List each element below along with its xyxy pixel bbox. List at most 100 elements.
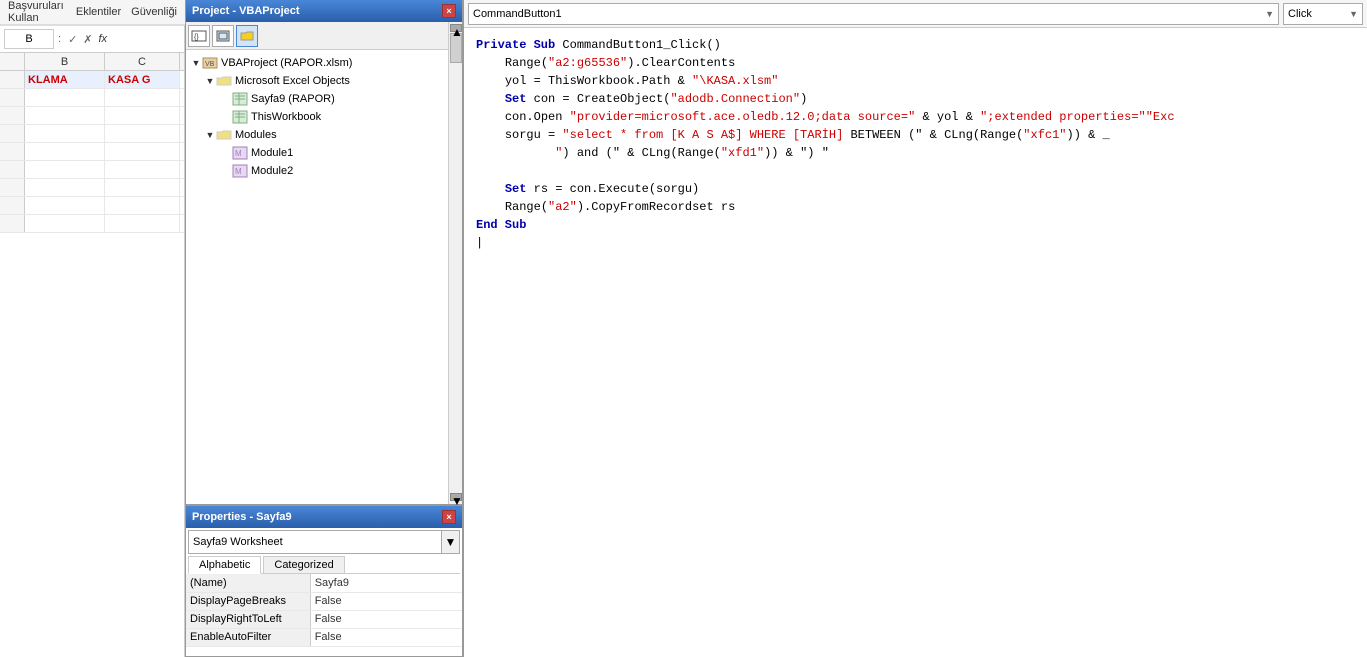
menu-item-basvurular[interactable]: Başvuruları Kullan <box>8 0 66 24</box>
excel-row-8 <box>0 197 184 215</box>
excel-row-4 <box>0 125 184 143</box>
tree-item-modules[interactable]: ▼ Modules <box>190 126 444 144</box>
toolbar-view-code-btn[interactable]: {} <box>188 25 210 47</box>
tree-icon-root: VB <box>202 56 218 70</box>
tree-label-module1: Module1 <box>251 147 293 159</box>
cell-reference-box[interactable] <box>4 29 54 49</box>
tree-label-thisworkbook: ThisWorkbook <box>251 111 321 123</box>
code-line-10: Range("a2").CopyFromRecordset rs <box>476 198 1355 216</box>
properties-panel-title: Properties - Sayfa9 <box>192 511 292 523</box>
code-line-9: Set rs = con.Execute(sorgu) <box>476 180 1355 198</box>
tree-icon-sayfa9 <box>232 92 248 106</box>
excel-panel: Başvuruları Kullan Eklentiler Güvenliği … <box>0 0 185 657</box>
formula-bar: : ✓ ✗ fx <box>0 25 184 53</box>
tree-expander-root: ▼ <box>190 58 202 68</box>
event-dropdown-arrow: ▼ <box>1349 9 1358 19</box>
excel-row-header: KLAMA KASA G <box>0 71 184 89</box>
properties-panel-close-btn[interactable]: × <box>442 510 456 524</box>
prop-value-enableautofilter[interactable]: False <box>310 628 462 646</box>
tree-label-modules: Modules <box>235 129 277 141</box>
row-num-1 <box>0 71 25 88</box>
scroll-up-arrow[interactable]: ▲ <box>450 24 462 32</box>
project-panel-title: Project - VBAProject <box>192 5 300 17</box>
formula-separator: : <box>54 33 65 45</box>
prop-row-enableautofilter: EnableAutoFilter False <box>186 628 462 646</box>
properties-dropdown-arrow[interactable]: ▼ <box>441 531 459 553</box>
tree-item-module2[interactable]: ▷ M Module2 <box>190 162 444 180</box>
code-line-7: ") and (" & CLng(Range("xfd1")) & ") " <box>476 144 1355 162</box>
code-line-4: Set con = CreateObject("adodb.Connection… <box>476 90 1355 108</box>
properties-dropdown-text: Sayfa9 Worksheet <box>189 531 441 553</box>
tree-icon-module1: M <box>232 146 248 160</box>
menu-item-eklentiler[interactable]: Eklentiler <box>76 6 121 18</box>
column-headers: B C <box>0 53 184 71</box>
code-line-3: yol = ThisWorkbook.Path & "\KASA.xlsm" <box>476 72 1355 90</box>
object-dropdown-arrow: ▼ <box>1265 9 1274 19</box>
code-line-blank <box>476 162 1355 180</box>
svg-text:M: M <box>235 167 242 176</box>
prop-value-name[interactable]: Sayfa9 <box>310 574 462 592</box>
prop-value-displayrighttoleft[interactable]: False <box>310 610 462 628</box>
toolbar-view-object-btn[interactable] <box>212 25 234 47</box>
prop-row-displaypagebreaks: DisplayPageBreaks False <box>186 592 462 610</box>
project-panel-scrollbar[interactable]: ▲ ▼ <box>448 22 462 504</box>
cell-kasa-g[interactable]: KASA G <box>105 71 180 88</box>
prop-row-displayrighttoleft: DisplayRightToLeft False <box>186 610 462 628</box>
tree-label-excel-objects: Microsoft Excel Objects <box>235 75 350 87</box>
excel-row-9 <box>0 215 184 233</box>
col-c-header: C <box>105 53 180 70</box>
properties-tabs: Alphabetic Categorized <box>188 556 460 574</box>
object-dropdown-value: CommandButton1 <box>473 8 562 20</box>
code-line-6: sorgu = "select * from [K A S A$] WHERE … <box>476 126 1355 144</box>
project-panel-close-btn[interactable]: × <box>442 4 456 18</box>
object-dropdown[interactable]: CommandButton1 ▼ <box>468 3 1279 25</box>
excel-row-2 <box>0 89 184 107</box>
svg-text:{}: {} <box>194 34 199 41</box>
empty-cells <box>0 89 184 233</box>
prop-label-displaypagebreaks: DisplayPageBreaks <box>186 592 310 610</box>
properties-dropdown[interactable]: Sayfa9 Worksheet ▼ <box>188 530 460 554</box>
properties-table: (Name) Sayfa9 DisplayPageBreaks False Di… <box>186 574 462 647</box>
prop-label-displayrighttoleft: DisplayRightToLeft <box>186 610 310 628</box>
toolbar-toggle-folders-btn[interactable] <box>236 25 258 47</box>
prop-row-name: (Name) Sayfa9 <box>186 574 462 592</box>
project-panel: Project - VBAProject × ▲ ▼ {} ▼ VB VBAPr… <box>185 0 463 505</box>
code-line-5: con.Open "provider=microsoft.ace.oledb.1… <box>476 108 1355 126</box>
tree-expander-modules: ▼ <box>204 130 216 140</box>
tree-item-thisworkbook[interactable]: ▷ ThisWorkbook <box>190 108 444 126</box>
excel-row-7 <box>0 179 184 197</box>
prop-label-enableautofilter: EnableAutoFilter <box>186 628 310 646</box>
prop-label-name: (Name) <box>186 574 310 592</box>
tree-item-module1[interactable]: ▷ M Module1 <box>190 144 444 162</box>
tree-item-sayfa9[interactable]: ▷ Sayfa9 (RAPOR) <box>190 90 444 108</box>
event-dropdown[interactable]: Click ▼ <box>1283 3 1363 25</box>
check-icon: ✓ <box>65 33 80 46</box>
tree-label-vbaproject: VBAProject (RAPOR.xlsm) <box>221 57 352 69</box>
tree-label-module2: Module2 <box>251 165 293 177</box>
project-tree: ▼ VB VBAProject (RAPOR.xlsm) ▼ Microsoft… <box>186 50 462 184</box>
tree-expander-excel-objects: ▼ <box>204 76 216 86</box>
menu-item-guvenlik[interactable]: Güvenliği <box>131 6 177 18</box>
tree-label-sayfa9: Sayfa9 (RAPOR) <box>251 93 335 105</box>
code-area[interactable]: Private Sub CommandButton1_Click() Range… <box>464 28 1367 657</box>
code-line-cursor: | <box>476 234 1355 252</box>
event-dropdown-value: Click <box>1288 8 1312 20</box>
scroll-down-arrow[interactable]: ▼ <box>450 493 462 501</box>
properties-panel: Properties - Sayfa9 × Sayfa9 Worksheet ▼… <box>185 505 463 657</box>
tree-item-excel-objects[interactable]: ▼ Microsoft Excel Objects <box>190 72 444 90</box>
excel-menu: Başvuruları Kullan Eklentiler Güvenliği <box>0 0 185 25</box>
tree-root-vbaproject[interactable]: ▼ VB VBAProject (RAPOR.xlsm) <box>190 54 444 72</box>
svg-text:M: M <box>235 149 242 158</box>
code-line-11: End Sub <box>476 216 1355 234</box>
project-panel-titlebar: Project - VBAProject × <box>186 0 462 22</box>
props-tab-alphabetic[interactable]: Alphabetic <box>188 556 261 574</box>
code-keyword-private-sub: Private Sub <box>476 36 562 54</box>
fx-icon: fx <box>96 33 111 45</box>
col-b-header: B <box>25 53 105 70</box>
cell-klama[interactable]: KLAMA <box>25 71 105 88</box>
excel-row-6 <box>0 161 184 179</box>
excel-row-3 <box>0 107 184 125</box>
prop-value-displaypagebreaks[interactable]: False <box>310 592 462 610</box>
tree-icon-thisworkbook <box>232 110 248 124</box>
props-tab-categorized[interactable]: Categorized <box>263 556 344 573</box>
